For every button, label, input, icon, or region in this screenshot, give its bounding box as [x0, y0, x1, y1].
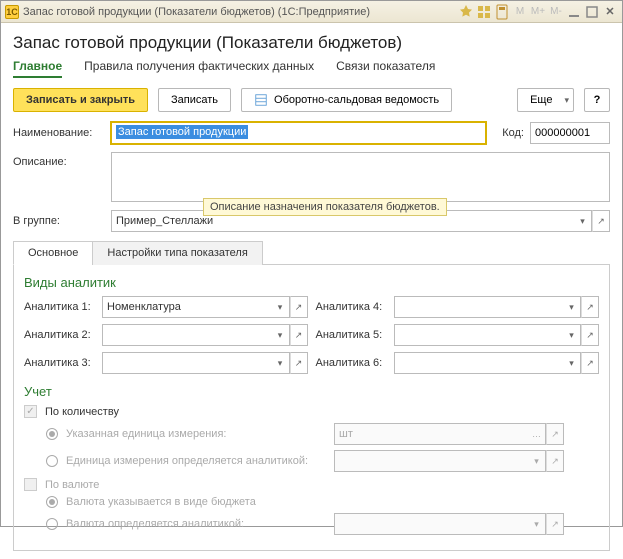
tab-main[interactable]: Главное — [13, 59, 62, 78]
analytic1-dropdown-button[interactable]: ▾ — [272, 296, 290, 318]
unit-analytic-radio — [46, 455, 58, 467]
description-label: Описание: — [13, 152, 105, 168]
page-title: Запас готовой продукции (Показатели бюдж… — [13, 33, 610, 53]
unit-analytic-open-button: ↗ — [546, 450, 564, 472]
analytic6-value[interactable] — [394, 352, 564, 374]
code-label: Код: — [502, 127, 524, 139]
window-title: Запас готовой продукции (Показатели бюдж… — [23, 6, 454, 18]
minimize-button[interactable] — [566, 4, 582, 20]
osv-button[interactable]: Оборотно-сальдовая ведомость — [241, 88, 452, 112]
memory-m-button[interactable]: M — [512, 4, 528, 20]
by-quantity-label: По количеству — [45, 406, 119, 418]
inner-tab-main[interactable]: Основное — [13, 241, 93, 265]
currency-analytic-value — [334, 513, 528, 535]
more-button[interactable]: Еще ▾ — [517, 88, 574, 112]
by-currency-checkbox — [24, 478, 37, 491]
analytic4-dropdown-button[interactable]: ▾ — [563, 296, 581, 318]
analytic4-open-button[interactable]: ↗ — [581, 296, 599, 318]
unit-analytic-combo: ▾ ↗ — [334, 450, 564, 472]
analytic5-value[interactable] — [394, 324, 564, 346]
inner-tab-bar: Основное Настройки типа показателя — [13, 240, 610, 265]
memory-mplus-button[interactable]: M+ — [530, 4, 546, 20]
analytic2-open-button[interactable]: ↗ — [290, 324, 308, 346]
analytic4-label: Аналитика 4: — [316, 301, 386, 313]
currency-analytic-open-button: ↗ — [546, 513, 564, 535]
analytic3-open-button[interactable]: ↗ — [290, 352, 308, 374]
analytic1-value[interactable]: Номенклатура — [102, 296, 272, 318]
unit-analytic-dropdown-button: ▾ — [528, 450, 546, 472]
analytic2-combo[interactable]: ▾ ↗ — [102, 324, 308, 346]
unit-fixed-radio — [46, 428, 58, 440]
currency-budget-radio — [46, 496, 58, 508]
inner-tab-body: Виды аналитик Аналитика 1: Номенклатура … — [13, 265, 610, 551]
inner-tab-type-settings[interactable]: Настройки типа показателя — [92, 241, 262, 265]
analytic3-label: Аналитика 3: — [24, 357, 94, 369]
currency-analytic-radio — [46, 518, 58, 530]
more-button-label: Еще — [530, 94, 552, 106]
unit-analytic-label: Единица измерения определяется аналитико… — [66, 455, 326, 467]
report-icon — [254, 93, 268, 107]
analytics-heading: Виды аналитик — [24, 275, 599, 290]
grid-icon[interactable] — [476, 4, 492, 20]
top-nav: Главное Правила получения фактических да… — [13, 59, 610, 78]
analytic1-combo[interactable]: Номенклатура ▾ ↗ — [102, 296, 308, 318]
currency-analytic-label: Валюта определяется аналитикой: — [66, 518, 326, 530]
unit-analytic-value — [334, 450, 528, 472]
tab-links[interactable]: Связи показателя — [336, 59, 435, 78]
memory-mminus-button[interactable]: M- — [548, 4, 564, 20]
analytic6-combo[interactable]: ▾ ↗ — [394, 352, 600, 374]
save-and-close-button[interactable]: Записать и закрыть — [13, 88, 148, 112]
analytic1-label: Аналитика 1: — [24, 301, 94, 313]
analytic3-combo[interactable]: ▾ ↗ — [102, 352, 308, 374]
window-titlebar: 1C Запас готовой продукции (Показатели б… — [1, 1, 622, 23]
calculator-icon[interactable] — [494, 4, 510, 20]
app-icon: 1C — [5, 5, 19, 19]
osv-button-label: Оборотно-сальдовая ведомость — [274, 94, 439, 106]
toolbar: Записать и закрыть Записать Оборотно-сал… — [13, 88, 610, 112]
name-input[interactable]: Запас готовой продукции — [111, 122, 486, 144]
analytic6-open-button[interactable]: ↗ — [581, 352, 599, 374]
tab-rules[interactable]: Правила получения фактических данных — [84, 59, 314, 78]
code-input[interactable] — [530, 122, 610, 144]
analytic5-dropdown-button[interactable]: ▾ — [563, 324, 581, 346]
unit-fixed-ellipsis-button: … — [528, 423, 546, 445]
unit-fixed-label: Указанная единица измерения: — [66, 428, 326, 440]
currency-analytic-dropdown-button: ▾ — [528, 513, 546, 535]
analytic1-open-button[interactable]: ↗ — [290, 296, 308, 318]
analytic6-label: Аналитика 6: — [316, 357, 386, 369]
maximize-button[interactable] — [584, 4, 600, 20]
save-button[interactable]: Записать — [158, 88, 231, 112]
analytic2-label: Аналитика 2: — [24, 329, 94, 341]
name-label: Наименование: — [13, 127, 105, 139]
by-quantity-checkbox — [24, 405, 37, 418]
analytic5-combo[interactable]: ▾ ↗ — [394, 324, 600, 346]
currency-analytic-combo: ▾ ↗ — [334, 513, 564, 535]
unit-fixed-open-button: ↗ — [546, 423, 564, 445]
analytic5-open-button[interactable]: ↗ — [581, 324, 599, 346]
chevron-down-icon: ▾ — [564, 95, 569, 106]
favorite-icon[interactable] — [458, 4, 474, 20]
analytic3-value[interactable] — [102, 352, 272, 374]
accounting-heading: Учет — [24, 384, 599, 399]
analytic3-dropdown-button[interactable]: ▾ — [272, 352, 290, 374]
group-open-button[interactable]: ↗ — [592, 210, 610, 232]
currency-budget-label: Валюта указывается в виде бюджета — [66, 496, 326, 508]
unit-fixed-value: шт — [334, 423, 528, 445]
group-label: В группе: — [13, 215, 105, 227]
description-input[interactable] — [111, 152, 610, 202]
analytic4-combo[interactable]: ▾ ↗ — [394, 296, 600, 318]
analytic4-value[interactable] — [394, 296, 564, 318]
group-dropdown-button[interactable]: ▾ — [574, 210, 592, 232]
analytic2-dropdown-button[interactable]: ▾ — [272, 324, 290, 346]
description-tooltip: Описание назначения показателя бюджетов. — [203, 198, 447, 216]
name-input-value: Запас готовой продукции — [116, 125, 248, 139]
help-button[interactable]: ? — [584, 88, 610, 112]
analytic5-label: Аналитика 5: — [316, 329, 386, 341]
analytic6-dropdown-button[interactable]: ▾ — [563, 352, 581, 374]
analytic2-value[interactable] — [102, 324, 272, 346]
close-button[interactable]: ✕ — [602, 4, 618, 20]
unit-fixed-combo: шт … ↗ — [334, 423, 564, 445]
by-currency-label: По валюте — [45, 479, 99, 491]
